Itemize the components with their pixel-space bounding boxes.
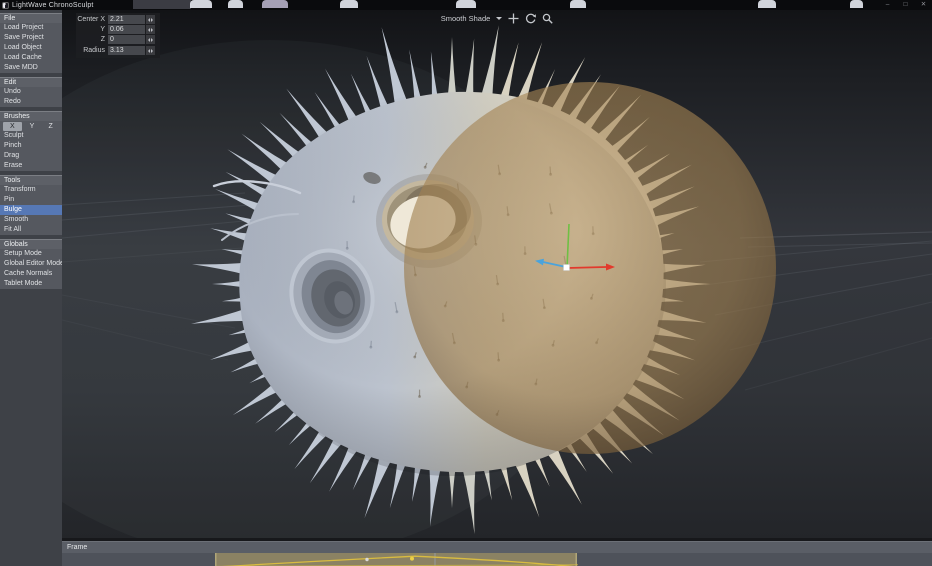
chevron-down-icon[interactable] — [496, 17, 502, 23]
center-z-stepper[interactable] — [146, 35, 155, 44]
sidebar-item-bulge[interactable]: Bulge — [0, 205, 62, 215]
center-y-input[interactable]: 0.06 — [108, 25, 145, 34]
background-blob — [228, 0, 243, 8]
sidebar-item-load-project[interactable]: Load Project — [0, 23, 62, 33]
background-blob — [850, 0, 863, 8]
background-window-streak — [133, 0, 191, 9]
sidebar-item-load-object[interactable]: Load Object — [0, 43, 62, 53]
sidebar-section-globals: Globals Setup Mode Global Editor Mode Ca… — [0, 239, 62, 289]
radius-stepper[interactable] — [146, 46, 155, 55]
viewport[interactable]: Center X 2.21 Y 0.06 Z 0 — [62, 10, 932, 538]
field-label: Radius — [76, 47, 108, 54]
background-blob — [262, 0, 288, 8]
gizmo-x-axis-handle[interactable] — [567, 267, 606, 268]
frame-bar: Frame — [62, 541, 932, 553]
title-bar: LightWave ChronoSculpt – □ ✕ — [0, 0, 932, 10]
sidebar-item-load-cache[interactable]: Load Cache — [0, 53, 62, 63]
sidebar-section-tools: Tools Transform Pin Bulge Smooth Fit All — [0, 175, 62, 235]
minimize-button[interactable]: – — [883, 1, 892, 9]
section-header-file: File — [0, 13, 62, 23]
app-window: LightWave ChronoSculpt – □ ✕ File Load P… — [0, 0, 932, 566]
center-y-stepper[interactable] — [146, 25, 155, 34]
background-blob — [758, 0, 776, 8]
sidebar-item-smooth[interactable]: Smooth — [0, 215, 62, 225]
sidebar-item-undo[interactable]: Undo — [0, 87, 62, 97]
axis-button-x[interactable]: X — [3, 122, 22, 131]
magnify-icon[interactable] — [542, 13, 553, 24]
field-row-radius: Radius 3.13 — [76, 46, 158, 55]
rotate-icon[interactable] — [525, 13, 536, 24]
field-row-center-z: Z 0 — [76, 35, 158, 44]
sidebar-item-save-mdd[interactable]: Save MDD — [0, 63, 62, 73]
sidebar-item-drag[interactable]: Drag — [0, 151, 62, 161]
center-z-input[interactable]: 0 — [108, 35, 145, 44]
axis-button-y[interactable]: Y — [23, 122, 42, 131]
sidebar-item-erase[interactable]: Erase — [0, 161, 62, 171]
sidebar-section-brushes: Brushes X Y Z Sculpt Pinch Drag Erase — [0, 111, 62, 171]
sidebar-item-tablet-mode[interactable]: Tablet Mode — [0, 279, 62, 289]
axis-button-z[interactable]: Z — [41, 122, 60, 131]
sidebar-section-edit: Edit Undo Redo — [0, 77, 62, 107]
keyframe-point[interactable] — [365, 558, 368, 561]
window-controls: – □ ✕ — [883, 0, 928, 10]
pan-icon[interactable] — [508, 13, 519, 24]
background-blob — [340, 0, 358, 8]
field-row-center-y: Y 0.06 — [76, 25, 158, 34]
sidebar-item-save-project[interactable]: Save Project — [0, 33, 62, 43]
background-blob — [456, 0, 476, 8]
axis-button-row: X Y Z — [0, 121, 62, 131]
viewport-toolbar: Smooth Shade — [62, 13, 932, 24]
sidebar-item-setup-mode[interactable]: Setup Mode — [0, 249, 62, 259]
section-header-tools: Tools — [0, 175, 62, 185]
sidebar-item-pinch[interactable]: Pinch — [0, 141, 62, 151]
field-label: Y — [76, 26, 108, 33]
close-button[interactable]: ✕ — [919, 1, 928, 9]
viewport-canvas[interactable] — [62, 10, 932, 538]
section-header-globals: Globals — [0, 239, 62, 249]
sidebar: File Load Project Save Project Load Obje… — [0, 10, 62, 566]
window-title: LightWave ChronoSculpt — [12, 2, 94, 9]
sidebar-item-pin[interactable]: Pin — [0, 195, 62, 205]
sidebar-item-redo[interactable]: Redo — [0, 97, 62, 107]
app-icon — [2, 2, 9, 9]
background-blob — [570, 0, 586, 8]
timeline-track[interactable] — [62, 553, 932, 566]
radius-input[interactable]: 3.13 — [108, 46, 145, 55]
sidebar-item-fit-all[interactable]: Fit All — [0, 225, 62, 235]
gizmo-center-handle[interactable] — [564, 265, 570, 271]
sidebar-item-transform[interactable]: Transform — [0, 185, 62, 195]
frame-label: Frame — [67, 544, 87, 551]
section-header-edit: Edit — [0, 77, 62, 87]
field-label: Z — [76, 36, 108, 43]
sidebar-item-sculpt[interactable]: Sculpt — [0, 131, 62, 141]
sidebar-item-global-editor-mode[interactable]: Global Editor Mode — [0, 259, 62, 269]
shade-mode-dropdown[interactable]: Smooth Shade — [441, 14, 491, 23]
sidebar-item-cache-normals[interactable]: Cache Normals — [0, 269, 62, 279]
envelope-left-edge[interactable] — [215, 553, 217, 566]
maximize-button[interactable]: □ — [901, 1, 910, 9]
section-header-brushes: Brushes — [0, 111, 62, 121]
keyframe-point-selected[interactable] — [410, 557, 414, 561]
sidebar-section-file: File Load Project Save Project Load Obje… — [0, 13, 62, 73]
envelope-right-edge[interactable] — [576, 553, 578, 566]
background-blob — [190, 0, 212, 8]
